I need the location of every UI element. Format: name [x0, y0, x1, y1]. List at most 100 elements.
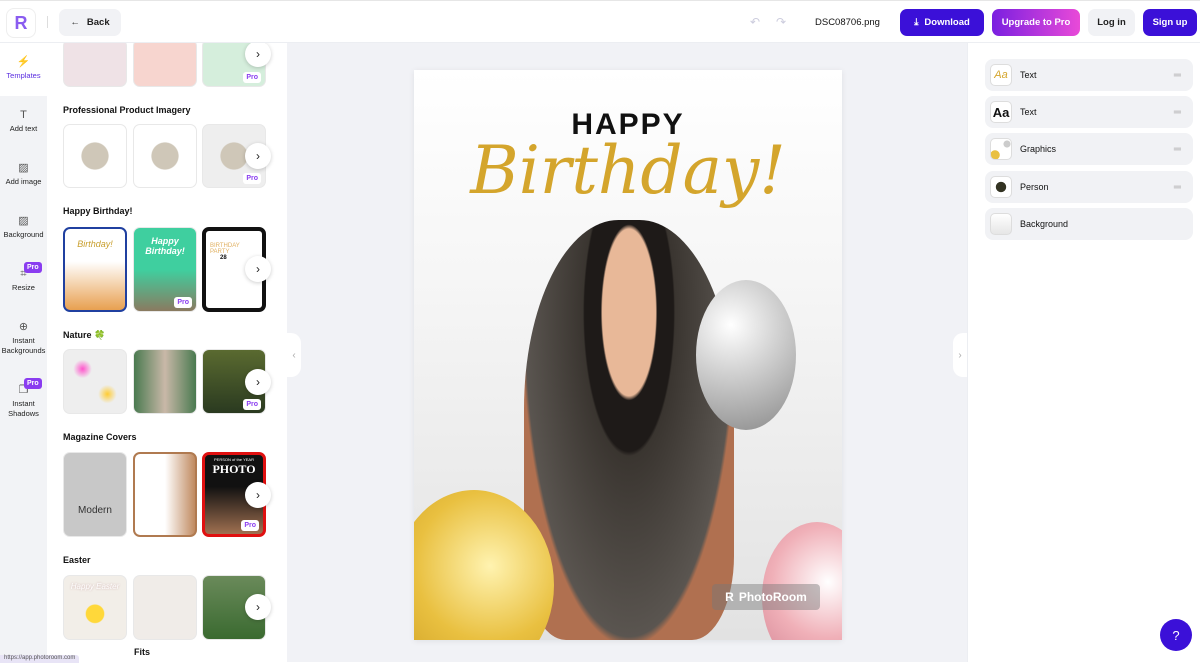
template-thumb[interactable]: Happy Easter	[63, 575, 127, 640]
layer-item[interactable]: Graphics ═	[985, 133, 1193, 165]
pro-badge: Pro	[243, 399, 261, 410]
layer-label: Text	[1020, 70, 1037, 80]
section-title: Easter	[63, 555, 91, 565]
layer-label: Person	[1020, 182, 1049, 192]
layer-item[interactable]: Person ═	[985, 171, 1193, 203]
download-icon: ⤓	[914, 17, 919, 28]
divider	[47, 16, 48, 28]
pro-badge: Pro	[24, 378, 42, 389]
balloon-pink[interactable]	[762, 522, 842, 640]
drag-handle-icon[interactable]: ═	[1174, 107, 1181, 118]
rail-instant-shadows[interactable]: ❐ Instant Shadows	[0, 385, 47, 419]
drag-handle-icon[interactable]: ═	[1174, 70, 1181, 81]
thumb-text: PHOTO	[212, 462, 256, 476]
image-icon: ▨	[18, 162, 29, 174]
chevron-right-icon[interactable]: ›	[245, 482, 271, 508]
photoroom-watermark: R PhotoRoom	[712, 584, 820, 610]
chevron-right-icon[interactable]: ›	[245, 43, 271, 67]
section-title: Nature 🍀	[63, 330, 106, 340]
background-icon: ▨	[18, 215, 29, 227]
rail-add-text[interactable]: T Add text	[0, 110, 47, 134]
photoroom-logo[interactable]: R	[6, 8, 36, 38]
section-title: Fits	[132, 647, 153, 658]
upgrade-button[interactable]: Upgrade to Pro	[992, 9, 1080, 36]
template-thumb[interactable]	[133, 349, 197, 414]
section-title: Happy Birthday!	[63, 206, 133, 216]
template-thumb[interactable]	[133, 452, 197, 537]
layer-thumb: Aa	[990, 101, 1012, 123]
layer-item[interactable]: Aa Text ═	[985, 96, 1193, 128]
person-thumb	[990, 176, 1012, 198]
layer-label: Background	[1020, 219, 1069, 229]
top-bar: R ← Back ↶ ↷ DSC08706.png ⤓ Download Upgra…	[0, 0, 1200, 43]
thumb-text: BIRTHDAY PARTY	[210, 243, 240, 255]
chevron-right-icon[interactable]: ›	[245, 143, 271, 169]
rail-label: Instant Shadows	[8, 399, 39, 418]
signup-button[interactable]: Sign up	[1143, 9, 1197, 36]
rail-label: Add text	[9, 124, 38, 133]
template-thumb[interactable]	[133, 43, 197, 87]
rail-add-image[interactable]: ▨ Add image	[0, 163, 47, 187]
template-thumb[interactable]	[133, 575, 197, 640]
chevron-right-icon[interactable]: ›	[245, 369, 271, 395]
thumb-text: Happy Birthday!	[145, 236, 185, 256]
file-name[interactable]: DSC08706.png	[815, 17, 880, 28]
template-thumb[interactable]	[63, 349, 127, 414]
canvas-text-birthday[interactable]: Birthday!	[414, 132, 842, 209]
pro-badge: Pro	[243, 173, 261, 184]
pro-badge: Pro	[174, 297, 192, 308]
text-icon: T	[20, 109, 27, 121]
redo-icon[interactable]: ↷	[776, 15, 786, 29]
layer-item[interactable]: Background	[985, 208, 1193, 240]
rail-templates[interactable]: ⚡ Templates	[0, 43, 47, 96]
thumb-text: Birthday!	[77, 239, 113, 249]
undo-icon[interactable]: ↶	[750, 15, 760, 29]
rail-label: Background	[3, 230, 44, 239]
layer-item[interactable]: Aa Text ═	[985, 59, 1193, 91]
watermark-text: PhotoRoom	[738, 590, 807, 604]
login-button[interactable]: Log in	[1088, 9, 1135, 36]
template-thumb[interactable]	[63, 124, 127, 188]
layers-panel: Aa Text ═ Aa Text ═ Graphics ═ Person ═ Backgr…	[967, 43, 1200, 662]
template-thumb-selected[interactable]: Birthday!	[63, 227, 127, 312]
instant-backgrounds-icon: ⊕	[18, 321, 29, 333]
templates-panel: Pro › Professional Product Imagery Pro ›…	[47, 43, 287, 662]
back-button[interactable]: ← Back	[59, 9, 121, 36]
graphics-thumb	[990, 138, 1012, 160]
template-thumb[interactable]: Modern	[63, 452, 127, 537]
download-label: Download	[924, 17, 970, 28]
help-icon: ?	[1172, 627, 1180, 643]
rail-instant-backgrounds[interactable]: ⊕ Instant Backgrounds	[0, 322, 47, 356]
layer-label: Graphics	[1020, 144, 1057, 154]
rail-label: Instant Backgrounds	[1, 336, 46, 355]
templates-icon: ⚡	[16, 56, 31, 68]
rail-background[interactable]: ▨ Background	[0, 216, 47, 240]
layer-label: Text	[1020, 107, 1037, 117]
photoroom-logo-icon: R	[725, 590, 734, 604]
pro-badge: Pro	[241, 520, 259, 531]
collapse-right-icon[interactable]: ›	[953, 333, 967, 377]
drag-handle-icon[interactable]: ═	[1174, 144, 1181, 155]
download-button[interactable]: ⤓ Download	[900, 9, 984, 36]
tool-rail: ⚡ Templates T Add text ▨ Add image ▨ Backgro…	[0, 43, 47, 662]
template-thumb[interactable]	[63, 43, 127, 87]
template-thumb[interactable]: Happy Birthday! Pro	[133, 227, 197, 312]
pro-badge: Pro	[243, 72, 261, 83]
background-thumb	[990, 213, 1012, 235]
design-canvas[interactable]: HAPPY Birthday! R PhotoRoom	[414, 70, 842, 640]
person-image[interactable]	[524, 220, 734, 640]
layer-thumb: Aa	[990, 64, 1012, 86]
help-button[interactable]: ?	[1160, 619, 1192, 651]
collapse-left-icon[interactable]: ‹	[287, 333, 301, 377]
rail-label: Resize	[12, 283, 35, 292]
section-title: Magazine Covers	[63, 432, 137, 442]
canvas-area: ‹ › HAPPY Birthday! R PhotoRoom	[287, 43, 967, 662]
chevron-right-icon[interactable]: ›	[245, 256, 271, 282]
balloon-silver[interactable]	[696, 280, 796, 430]
chevron-right-icon[interactable]: ›	[245, 594, 271, 620]
thumb-text: Happy Easter	[70, 582, 120, 591]
template-thumb[interactable]	[133, 124, 197, 188]
drag-handle-icon[interactable]: ═	[1174, 182, 1181, 193]
thumb-text: Modern	[78, 505, 112, 516]
arrow-left-icon: ←	[70, 17, 80, 28]
